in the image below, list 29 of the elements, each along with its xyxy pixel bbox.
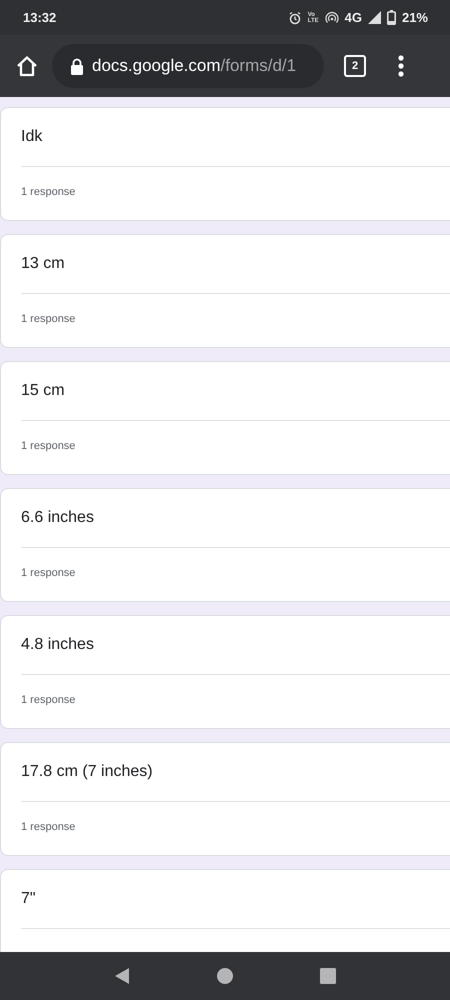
signal-icon [368, 11, 381, 24]
answer-text: Idk [21, 127, 44, 147]
url-text: docs.google.com/forms/d/1 [92, 56, 296, 76]
answer-text: 15 cm [21, 381, 66, 401]
clock: 13:32 [23, 10, 56, 25]
response-count: 1 response [21, 693, 76, 706]
recents-icon[interactable] [319, 967, 338, 985]
answer-text: 4.8 inches [21, 635, 95, 655]
tab-switcher-button[interactable]: 2 [344, 55, 366, 77]
battery-icon [386, 10, 396, 25]
alarm-clock-icon [288, 10, 302, 24]
answer-text: 6.6 inches [21, 508, 95, 528]
address-bar[interactable]: docs.google.com/forms/d/1 [52, 44, 324, 88]
response-count: 1 response [21, 185, 76, 198]
home-icon[interactable] [16, 55, 38, 77]
battery-level: 21% [402, 10, 428, 25]
response-count: 1 response [21, 820, 76, 833]
answer-text: 13 cm [21, 254, 66, 274]
hotspot-icon [324, 10, 339, 24]
answer-text: 17.8 cm (7 inches) [21, 762, 154, 782]
response-count: 1 response [21, 439, 76, 452]
home-circle-icon[interactable] [216, 967, 234, 985]
more-options-icon[interactable] [398, 55, 404, 77]
answer-text: 7" [21, 889, 37, 909]
response-count: 1 response [21, 566, 76, 579]
network-type: 4G [344, 10, 362, 25]
response-count: 1 response [21, 312, 76, 325]
lock-icon [70, 58, 84, 74]
back-icon[interactable] [112, 967, 131, 985]
